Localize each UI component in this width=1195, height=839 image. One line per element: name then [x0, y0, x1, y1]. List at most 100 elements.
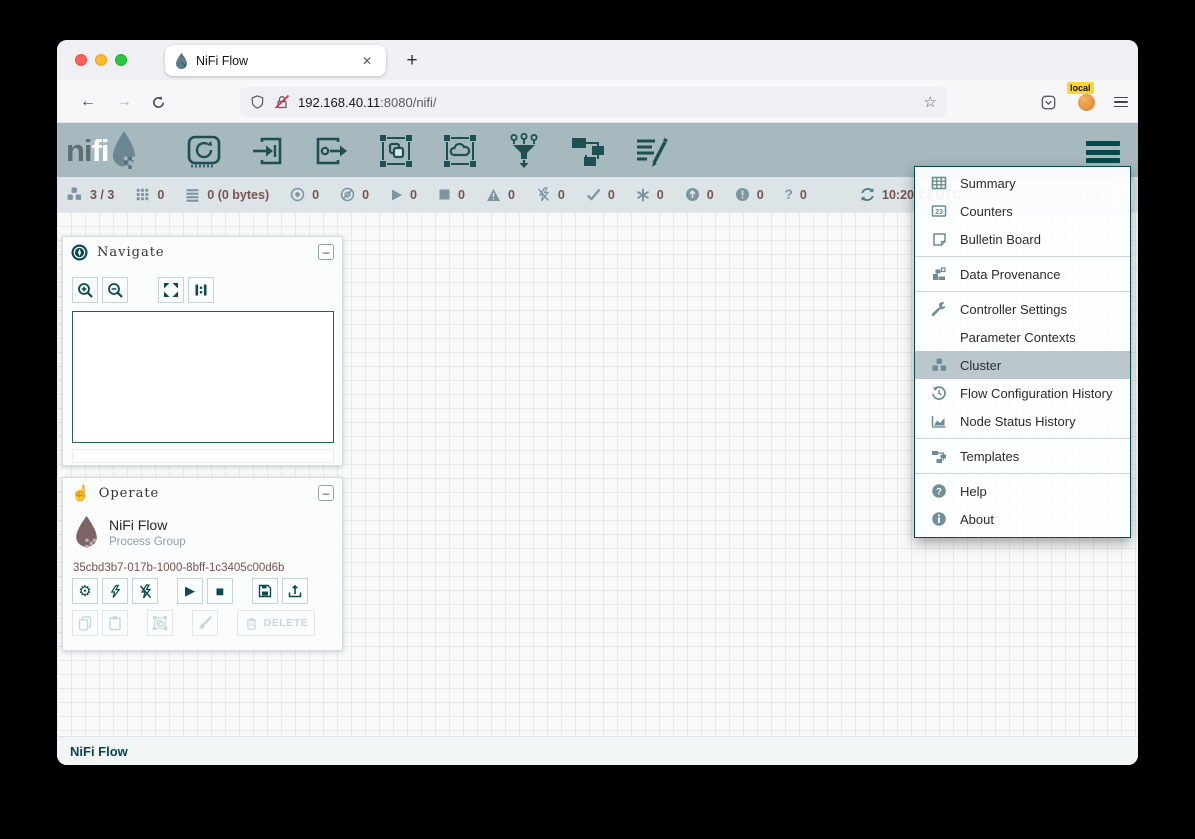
stop-button[interactable]: ■: [207, 578, 233, 604]
selected-component-name: NiFi Flow: [109, 517, 167, 533]
container-label: local: [1067, 82, 1094, 94]
upload-template-button[interactable]: [282, 578, 308, 604]
menu-separator: [915, 256, 1130, 257]
processor-component[interactable]: [185, 133, 223, 169]
menu-item-help[interactable]: ? Help: [915, 477, 1130, 505]
copy-button[interactable]: [72, 610, 98, 636]
menu-item-counters[interactable]: 23 Counters: [915, 197, 1130, 225]
back-button[interactable]: ←: [75, 89, 101, 115]
compass-icon: [71, 244, 88, 261]
transmitting-icon: [290, 187, 305, 202]
refresh-icon[interactable]: [860, 187, 875, 202]
copy-icon: [77, 615, 93, 631]
bookmark-star-icon[interactable]: ☆: [924, 93, 937, 111]
pocket-icon[interactable]: [1035, 89, 1061, 115]
operate-buttons-row2: DELETE: [72, 610, 319, 636]
active-threads-icon: [135, 187, 150, 202]
menu-item-bulletin-board[interactable]: Bulletin Board: [915, 225, 1130, 253]
operate-collapse-button[interactable]: –: [318, 485, 334, 501]
menu-item-templates[interactable]: Templates: [915, 442, 1130, 470]
menu-item-parameter-contexts[interactable]: Parameter Contexts: [915, 323, 1130, 351]
browser-menu-button[interactable]: [1108, 89, 1134, 115]
menu-item-about[interactable]: About: [915, 505, 1130, 533]
menu-item-cluster[interactable]: Cluster: [915, 351, 1130, 379]
profile-avatar: [1078, 94, 1095, 111]
global-menu: Summary 23 Counters Bulletin Board Data …: [914, 166, 1131, 538]
funnel-component[interactable]: [505, 133, 543, 169]
cluster-icon: [66, 187, 83, 202]
menu-item-controller-settings[interactable]: Controller Settings: [915, 295, 1130, 323]
color-button[interactable]: [192, 610, 218, 636]
remote-process-group-component[interactable]: [441, 133, 479, 169]
breadcrumb-item[interactable]: NiFi Flow: [70, 744, 128, 759]
component-palette: [185, 132, 671, 170]
start-button[interactable]: ▶: [177, 578, 203, 604]
logo-ni: ni: [66, 132, 92, 170]
new-tab-button[interactable]: +: [398, 47, 426, 75]
menu-item-data-provenance[interactable]: Data Provenance: [915, 260, 1130, 288]
reload-button[interactable]: [145, 89, 171, 115]
browser-navbar: ← → 192.168.40.11:8080/nifi/ ☆: [57, 80, 1138, 123]
svg-text:?: ?: [936, 486, 942, 497]
zoom-actual-icon: [193, 282, 209, 298]
history-icon: [929, 385, 949, 401]
upload-template-icon: [287, 583, 303, 599]
window-close-button[interactable]: [75, 54, 87, 66]
stop-icon: ■: [216, 583, 224, 599]
about-icon: [929, 511, 949, 527]
trash-icon: [244, 616, 259, 631]
shield-permissions-icon[interactable]: [250, 94, 265, 110]
input-port-component[interactable]: [249, 133, 287, 169]
navigate-panel: Navigate –: [62, 236, 343, 466]
navigate-title: Navigate: [97, 245, 165, 260]
paste-button[interactable]: [102, 610, 128, 636]
nifi-drop-icon: [109, 130, 139, 170]
breadcrumb-bar: NiFi Flow: [57, 736, 1138, 765]
hand-pointer-icon: ☝: [71, 484, 90, 502]
zoom-in-button[interactable]: [72, 277, 98, 303]
cluster-cubes-icon: [929, 358, 949, 373]
node-status-chart-icon: [929, 414, 949, 429]
navigate-collapse-button[interactable]: –: [318, 244, 334, 260]
group-button[interactable]: [147, 610, 173, 636]
enable-button[interactable]: [102, 578, 128, 604]
reload-icon: [151, 95, 166, 110]
template-icon: [929, 449, 949, 464]
url-text: 192.168.40.11:8080/nifi/: [298, 95, 437, 110]
transmitting-status: 0: [290, 187, 319, 202]
data-provenance-icon: [929, 266, 949, 282]
delete-label: DELETE: [264, 617, 308, 629]
browser-tab[interactable]: NiFi Flow ✕: [165, 45, 386, 76]
zoom-fit-button[interactable]: [158, 277, 184, 303]
configuration-button[interactable]: ⚙: [72, 578, 98, 604]
locally-modified-status: 0: [636, 188, 664, 202]
zoom-actual-button[interactable]: [188, 277, 214, 303]
delete-button[interactable]: DELETE: [237, 610, 315, 636]
window-minimize-button[interactable]: [95, 54, 107, 66]
navigate-header: Navigate –: [63, 237, 342, 267]
menu-item-node-status-history[interactable]: Node Status History: [915, 407, 1130, 435]
disable-button[interactable]: [132, 578, 158, 604]
nifi-logo: nifi: [66, 130, 139, 170]
zoom-out-button[interactable]: [102, 277, 128, 303]
url-bar[interactable]: 192.168.40.11:8080/nifi/ ☆: [240, 87, 947, 117]
window-zoom-button[interactable]: [115, 54, 127, 66]
profile-button[interactable]: local: [1073, 89, 1099, 115]
template-component[interactable]: [569, 133, 607, 169]
menu-separator: [915, 438, 1130, 439]
tab-close-icon[interactable]: ✕: [358, 54, 376, 68]
selected-component-id[interactable]: 35cbd3b7-017b-1000-8bff-1c3405c00d6b: [73, 562, 284, 574]
minimap-resize-strip[interactable]: [72, 449, 334, 463]
insecure-lock-icon[interactable]: [274, 94, 290, 110]
input-port-icon: [249, 133, 287, 169]
output-port-component[interactable]: [313, 133, 351, 169]
create-template-button[interactable]: [252, 578, 278, 604]
global-menu-button[interactable]: [1082, 137, 1124, 167]
process-group-drop-icon: [73, 515, 100, 550]
forward-button[interactable]: →: [111, 89, 137, 115]
menu-item-flow-configuration-history[interactable]: Flow Configuration History: [915, 379, 1130, 407]
menu-item-summary[interactable]: Summary: [915, 169, 1130, 197]
label-component[interactable]: [633, 133, 671, 169]
birdseye-minimap[interactable]: [72, 311, 334, 443]
process-group-component[interactable]: [377, 133, 415, 169]
